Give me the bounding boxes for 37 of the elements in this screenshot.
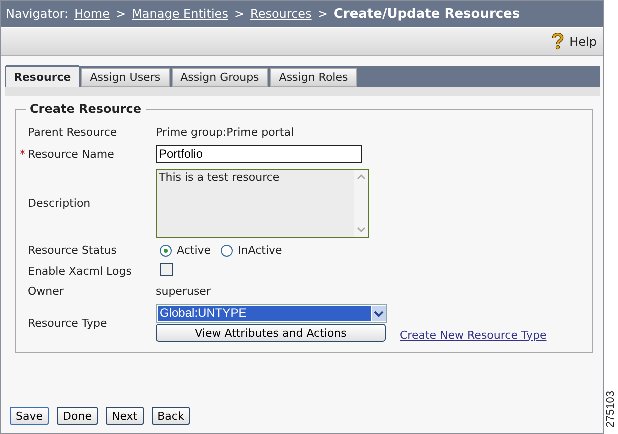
field-value: Prime group:Prime portal <box>156 126 294 139</box>
page-title: Create/Update Resources <box>334 6 520 22</box>
field-label: Owner <box>28 285 64 298</box>
breadcrumb-separator: > <box>116 7 126 21</box>
tab[interactable]: Resource <box>6 65 80 87</box>
navigator-label: Navigator: <box>6 7 69 21</box>
form-button[interactable]: Back <box>152 407 190 425</box>
field-label: Resource Type <box>28 316 108 330</box>
field-label: Resource Status <box>28 244 117 257</box>
breadcrumb-link[interactable]: Manage Entities <box>132 7 228 21</box>
tab[interactable]: Assign Groups <box>172 68 268 87</box>
radio-button[interactable]: InActive <box>217 244 282 257</box>
figure-number: 275103 <box>605 391 617 428</box>
required-mark: * <box>20 148 26 160</box>
breadcrumb-link[interactable]: Home <box>74 7 110 21</box>
form-button[interactable]: Next <box>106 407 144 425</box>
field-label: Enable Xacml Logs <box>28 264 132 278</box>
resource-name-input[interactable]: Portfolio <box>156 145 362 163</box>
radio-button[interactable]: Active <box>156 244 212 257</box>
checkbox[interactable] <box>160 263 173 276</box>
form-legend: Create Resource <box>26 102 146 116</box>
field-value: superuser <box>156 285 211 298</box>
form-button[interactable]: Done <box>57 407 98 425</box>
view-attributes-button[interactable]: View Attributes and Actions <box>156 324 386 342</box>
breadcrumb-separator: > <box>234 7 245 21</box>
breadcrumb-separator: > <box>318 7 328 21</box>
resource-type-dropdown[interactable]: Global:UNTYPE <box>156 304 387 323</box>
create-resource-type-link[interactable]: Create New Resource Type <box>400 328 547 342</box>
tab[interactable]: Assign Users <box>81 68 170 87</box>
breadcrumb-link[interactable]: Resources <box>250 7 312 21</box>
tab[interactable]: Assign Roles <box>270 68 358 87</box>
field-label: Description <box>28 197 91 210</box>
help-icon[interactable] <box>552 33 564 50</box>
help-link[interactable]: Help <box>552 33 597 50</box>
field-label: Parent Resource <box>28 126 118 139</box>
form-button[interactable]: Save <box>10 407 50 425</box>
field-label: Resource Name <box>28 148 114 160</box>
